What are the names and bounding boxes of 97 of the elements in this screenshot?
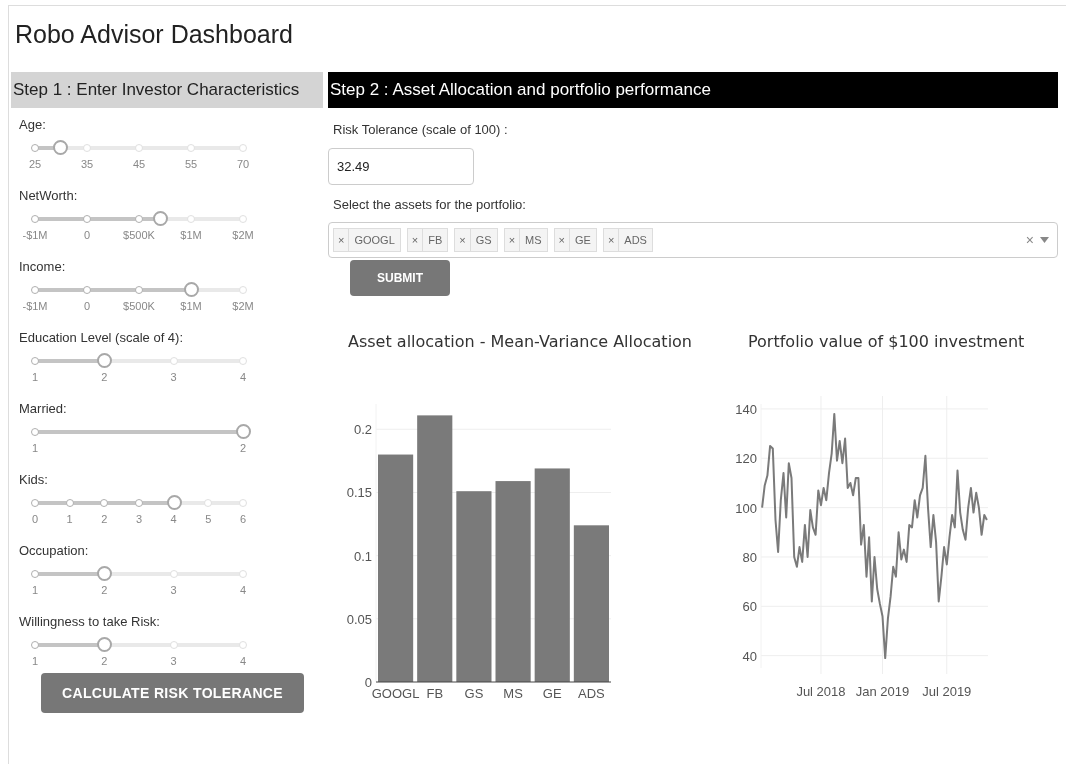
slider-tick-label: 4 xyxy=(239,370,247,385)
slider-label: Kids: xyxy=(19,471,49,489)
dropdown-caret-icon[interactable] xyxy=(1040,237,1049,243)
slider-tick-label: 1 xyxy=(66,512,73,527)
axis-tick-label: 140 xyxy=(735,401,757,417)
axis-tick-label: 80 xyxy=(742,549,757,565)
axis-tick-label: Jul 2018 xyxy=(796,684,846,699)
remove-tag-button[interactable]: × xyxy=(455,229,471,251)
tag-label: GOOGL xyxy=(353,232,396,248)
axis-tick-label: 0.05 xyxy=(346,611,372,627)
slider-tick-label: 55 xyxy=(184,157,198,172)
slider-tick-label: 0 xyxy=(83,299,91,314)
slider-tick-label: 6 xyxy=(239,512,247,527)
slider-label: Occupation: xyxy=(19,542,90,560)
slider-label: Willingness to take Risk: xyxy=(19,613,161,631)
slider-tick-label: 2 xyxy=(101,654,108,669)
slider-tick-label: 3 xyxy=(170,654,177,669)
slider-tick-label: 2 xyxy=(101,512,108,527)
remove-tag-button[interactable]: × xyxy=(504,229,521,251)
axis-tick-label: ADS xyxy=(578,686,605,701)
slider-tick-label: 1 xyxy=(31,654,39,669)
slider-tick-label: 3 xyxy=(170,370,177,385)
slider-tick-label: 4 xyxy=(239,583,247,598)
slider-tick-label: 45 xyxy=(132,157,146,172)
axis-tick-label: 60 xyxy=(742,599,757,615)
slider-tick-label: 4 xyxy=(239,654,247,669)
slider-thumb[interactable] xyxy=(97,566,113,581)
axis-tick-label: GE xyxy=(542,686,562,701)
slider-tick-label: -$1M xyxy=(22,228,48,243)
risk-tolerance-field[interactable]: 32.49 xyxy=(328,147,474,185)
slider-label: NetWorth: xyxy=(19,187,79,205)
axis-tick-label: 0.15 xyxy=(346,485,372,501)
slider-tick-label: $500K xyxy=(123,228,155,243)
calculate-button[interactable]: CALCULATE RISK TOLERANCE xyxy=(41,673,304,713)
slider-tick-label: 1 xyxy=(31,370,39,385)
slider-thumb[interactable] xyxy=(52,140,68,155)
slider-thumb[interactable] xyxy=(97,353,113,368)
axis-tick-label: 0.1 xyxy=(353,548,372,564)
submit-button[interactable]: SUBMIT xyxy=(350,260,450,296)
remove-tag-button[interactable]: × xyxy=(334,229,350,251)
axis-tick-label: GOOGL xyxy=(371,686,420,701)
slider-tick-label: $2M xyxy=(232,228,254,243)
slider-tick-label: 5 xyxy=(205,512,212,527)
field-label: Risk Tolerance (scale of 100) : xyxy=(333,121,509,139)
slider-thumb[interactable] xyxy=(166,495,182,510)
slider-tick-label: 3 xyxy=(170,583,177,598)
slider-tick-label: -$1M xyxy=(22,299,48,314)
asset-select[interactable]: × GOOGL × FB × GS × MS × GE × ADS × xyxy=(328,222,1058,258)
slider-label: Education Level (scale of 4): xyxy=(19,329,185,347)
slider-tick-label: $1M xyxy=(180,228,202,243)
slider-thumb[interactable] xyxy=(152,211,168,226)
axis-tick-label: 0 xyxy=(364,675,372,690)
axis-tick-label: 120 xyxy=(735,451,757,467)
tag-label: FB xyxy=(427,232,444,248)
slider-label: Income: xyxy=(19,258,67,276)
axis-tick-label: FB xyxy=(426,686,444,701)
slider-thumb[interactable] xyxy=(97,637,113,652)
step-header: Step 1 : Enter Investor Characteristics xyxy=(11,72,323,108)
axis-tick-label: 100 xyxy=(735,500,757,516)
clear-button[interactable]: × xyxy=(1025,229,1034,251)
chart-title: Asset allocation - Mean-Variance Allocation xyxy=(348,331,693,353)
axis-tick-label: GS xyxy=(464,686,484,701)
tag-label: MS xyxy=(524,232,543,248)
slider-tick-label: 2 xyxy=(101,583,108,598)
slider-tick-label: 0 xyxy=(31,512,39,527)
slider-tick-label: 3 xyxy=(135,512,143,527)
tag-label: ADS xyxy=(623,232,648,248)
slider-tick-label: 25 xyxy=(28,157,42,172)
remove-tag-button[interactable]: × xyxy=(554,229,570,251)
slider-tick-label: 35 xyxy=(80,157,94,172)
slider-label: Married: xyxy=(19,400,68,418)
remove-tag-button[interactable]: × xyxy=(407,229,424,251)
slider-tick-label: $1M xyxy=(180,299,202,314)
axis-tick-label: Jan 2019 xyxy=(855,684,910,699)
slider-tick-label: 4 xyxy=(170,512,177,527)
tag-label: GE xyxy=(574,232,592,248)
slider-thumb[interactable] xyxy=(236,424,251,439)
slider-label: Age: xyxy=(19,116,47,134)
tag-label: GS xyxy=(474,232,493,248)
slider-tick-label: 2 xyxy=(239,441,247,456)
axis-tick-label: 0.2 xyxy=(353,422,372,438)
step-header: Step 2 : Asset Allocation and portfolio performance xyxy=(328,72,1058,108)
slider-tick-label: $500K xyxy=(123,299,155,314)
slider-tick-label: 70 xyxy=(236,157,250,172)
axis-tick-label: MS xyxy=(503,686,523,701)
page-title: Robo Advisor Dashboard xyxy=(15,19,294,50)
slider-tick-label: 1 xyxy=(31,441,39,456)
axis-tick-label: Jul 2019 xyxy=(922,684,972,699)
axis-tick-label: 40 xyxy=(742,648,757,664)
slider-thumb[interactable] xyxy=(184,282,199,297)
remove-tag-button[interactable]: × xyxy=(603,229,620,251)
chart-title: Portfolio value of $100 investment xyxy=(748,331,1025,353)
field-label: Select the assets for the portfolio: xyxy=(333,195,527,214)
slider-tick-label: 2 xyxy=(101,370,108,385)
slider-tick-label: $2M xyxy=(232,299,254,314)
slider-tick-label: 1 xyxy=(31,583,39,598)
slider-tick-label: 0 xyxy=(83,228,91,243)
